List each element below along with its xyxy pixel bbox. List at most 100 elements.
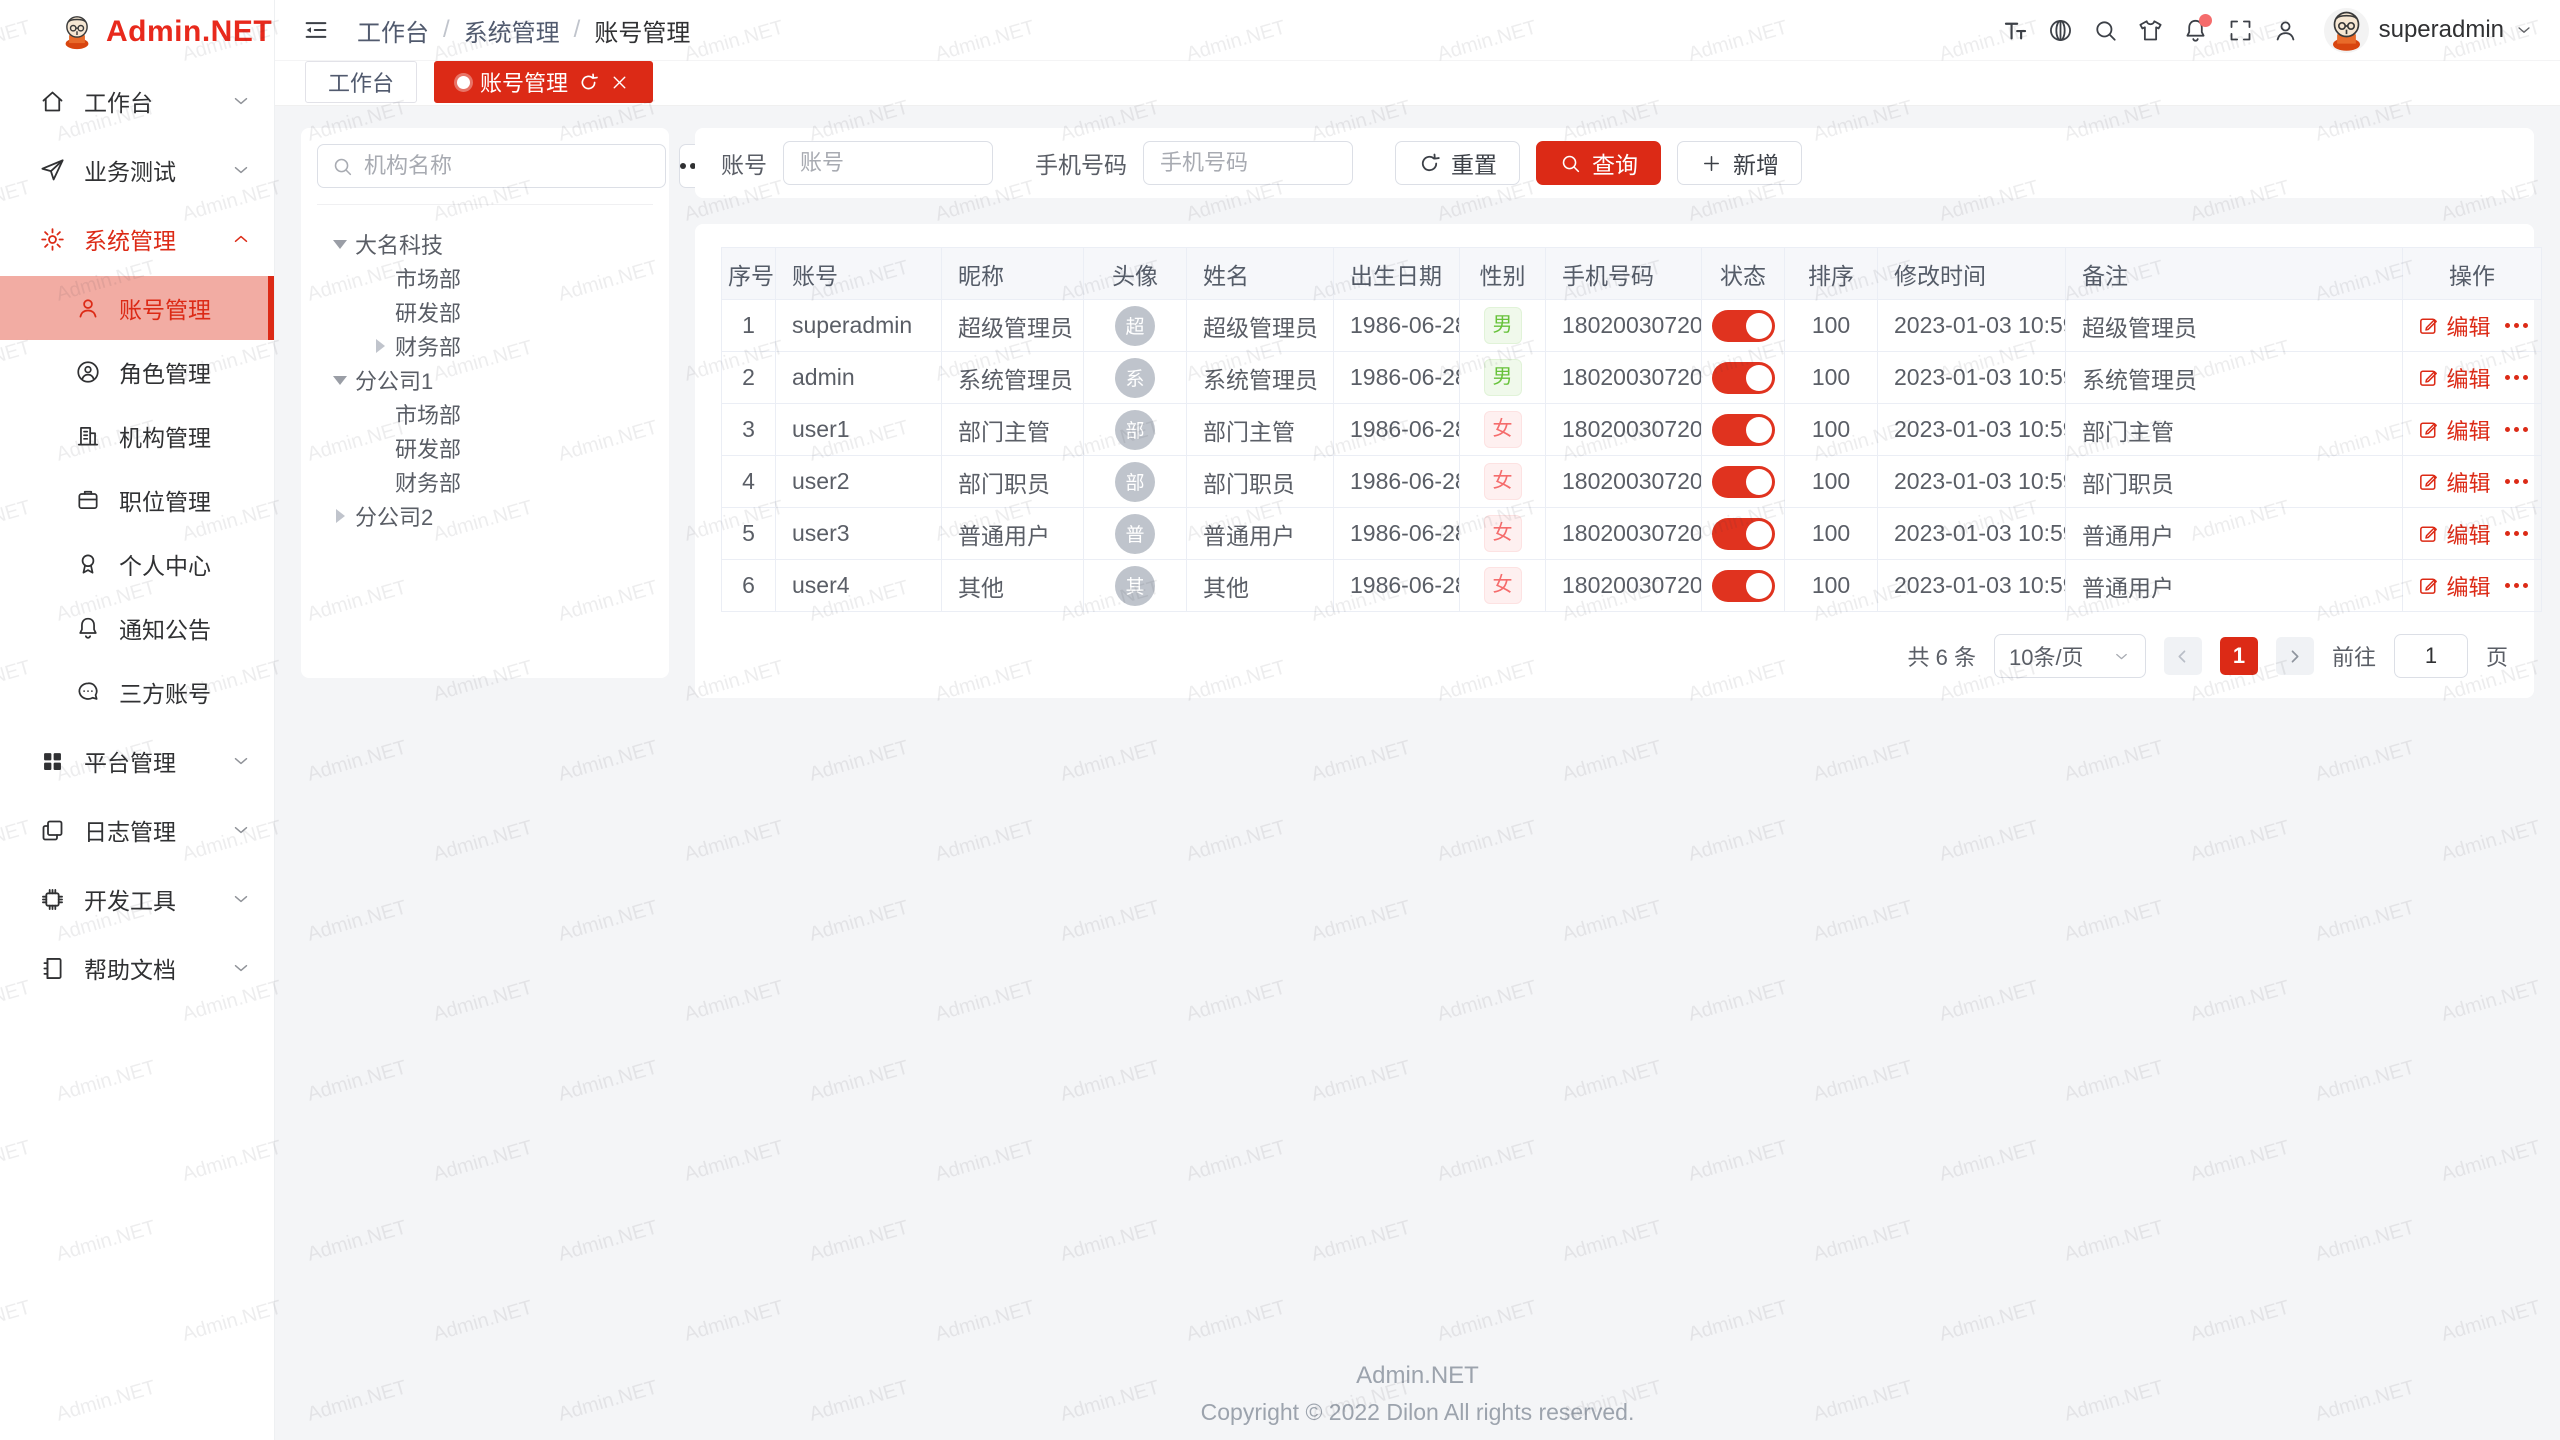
- edit-button[interactable]: 编辑: [2417, 414, 2491, 446]
- row-more-button[interactable]: [2505, 366, 2528, 389]
- sidebar-item-notice[interactable]: 通知公告: [0, 596, 274, 660]
- menu-fold-icon[interactable]: [301, 15, 331, 45]
- app-logo[interactable]: Admin.NET: [0, 0, 274, 64]
- sidebar-item-platform-management[interactable]: 平台管理: [0, 729, 274, 793]
- fullscreen-button[interactable]: [2218, 0, 2263, 61]
- row-more-button[interactable]: [2505, 418, 2528, 441]
- sidebar-item-help-docs[interactable]: 帮助文档: [0, 936, 274, 1000]
- status-toggle[interactable]: [1712, 518, 1775, 550]
- sidebar-item-dev-tools[interactable]: 开发工具: [0, 867, 274, 931]
- next-page-button[interactable]: [2276, 637, 2314, 675]
- tree-caret-icon[interactable]: [365, 297, 395, 327]
- status-toggle[interactable]: [1712, 466, 1775, 498]
- sidebar-item-account-management[interactable]: 账号管理: [0, 276, 274, 340]
- sidebar-item-thirdparty-account[interactable]: 三方账号: [0, 660, 274, 724]
- row-more-button[interactable]: [2505, 574, 2528, 597]
- tree-caret-icon[interactable]: [325, 501, 355, 531]
- goto-page-input[interactable]: [2394, 634, 2468, 678]
- cell-name: 部门主管: [1203, 419, 1295, 445]
- row-more-button[interactable]: [2505, 522, 2528, 545]
- sidebar-item-log-management[interactable]: 日志管理: [0, 798, 274, 862]
- sidebar-item-org-management[interactable]: 机构管理: [0, 404, 274, 468]
- tree-caret-icon[interactable]: [325, 229, 355, 259]
- sidebar-item-system-management[interactable]: 系统管理: [0, 207, 274, 271]
- breadcrumb-item[interactable]: 系统管理: [464, 13, 560, 48]
- refresh-icon[interactable]: [578, 72, 599, 93]
- chevron-down-icon: [2112, 647, 2131, 666]
- tree-node[interactable]: 研发部: [317, 431, 653, 465]
- tree-caret-icon[interactable]: [365, 467, 395, 497]
- cpu-icon: [39, 886, 66, 913]
- chevron-down-icon: [230, 819, 252, 841]
- table-row: 4 user2 部门职员 部 部门职员 1986-06-28 女 1802003…: [722, 456, 2542, 508]
- reset-button[interactable]: 重置: [1395, 141, 1520, 185]
- cell-index: 2: [742, 364, 755, 390]
- cell-sort: 100: [1812, 468, 1850, 494]
- cell-sort: 100: [1812, 520, 1850, 546]
- tree-node[interactable]: 财务部: [317, 329, 653, 363]
- row-avatar: 其: [1115, 566, 1155, 606]
- chevron-down-icon: [230, 957, 252, 979]
- cell-nickname: 普通用户: [958, 523, 1050, 549]
- account-input[interactable]: [783, 141, 993, 185]
- tree-node[interactable]: 分公司1: [317, 363, 653, 397]
- search-button[interactable]: [2083, 0, 2128, 61]
- documents-icon: [39, 817, 66, 844]
- notification-badge: [2199, 14, 2212, 27]
- edit-button[interactable]: 编辑: [2417, 466, 2491, 498]
- status-toggle[interactable]: [1712, 362, 1775, 394]
- row-more-button[interactable]: [2505, 314, 2528, 337]
- tree-caret-icon[interactable]: [365, 399, 395, 429]
- fullscreen-icon: [2227, 17, 2254, 44]
- edit-button[interactable]: 编辑: [2417, 310, 2491, 342]
- search-icon: [1559, 152, 1582, 175]
- tree-caret-icon[interactable]: [365, 433, 395, 463]
- add-button[interactable]: 新增: [1677, 141, 1802, 185]
- sidebar-item-role-management[interactable]: 角色管理: [0, 340, 274, 404]
- font-size-button[interactable]: [1993, 0, 2038, 61]
- sidebar-item-position-management[interactable]: 职位管理: [0, 468, 274, 532]
- tree-node[interactable]: 财务部: [317, 465, 653, 499]
- tree-caret-icon[interactable]: [325, 365, 355, 395]
- page-number-button[interactable]: 1: [2220, 637, 2258, 675]
- search-button[interactable]: 查询: [1536, 141, 1661, 185]
- page-size-select[interactable]: 10条/页: [1994, 634, 2146, 678]
- prev-page-button[interactable]: [2164, 637, 2202, 675]
- sidebar-item-workbench[interactable]: 工作台: [0, 69, 274, 133]
- sidebar-item-business-test[interactable]: 业务测试: [0, 138, 274, 202]
- tab-account-management[interactable]: 账号管理: [434, 61, 653, 103]
- row-more-button[interactable]: [2505, 470, 2528, 493]
- tree-caret-icon[interactable]: [365, 263, 395, 293]
- user-menu[interactable]: superadmin: [2324, 8, 2534, 53]
- edit-button[interactable]: 编辑: [2417, 570, 2491, 602]
- status-toggle[interactable]: [1712, 570, 1775, 602]
- cell-modified: 2023-01-03 10:59:44: [1894, 572, 2066, 598]
- tree-node[interactable]: 研发部: [317, 295, 653, 329]
- gender-tag: 男: [1484, 359, 1522, 396]
- tree-caret-icon[interactable]: [365, 331, 395, 361]
- tree-node[interactable]: 市场部: [317, 397, 653, 431]
- org-tree: 大名科技 市场部 研发部 财务部: [317, 205, 653, 533]
- phone-input[interactable]: [1143, 141, 1353, 185]
- close-icon[interactable]: [609, 72, 630, 93]
- status-toggle[interactable]: [1712, 310, 1775, 342]
- status-toggle[interactable]: [1712, 414, 1775, 446]
- profile-button[interactable]: [2263, 0, 2308, 61]
- edit-button[interactable]: 编辑: [2417, 518, 2491, 550]
- cell-remark: 普通用户: [2082, 523, 2174, 549]
- breadcrumb-item[interactable]: 工作台: [357, 13, 429, 48]
- tree-node[interactable]: 市场部: [317, 261, 653, 295]
- tree-node[interactable]: 分公司2: [317, 499, 653, 533]
- sidebar-item-personal-center[interactable]: 个人中心: [0, 532, 274, 596]
- cell-birthdate: 1986-06-28: [1350, 468, 1460, 494]
- theme-button[interactable]: [2128, 0, 2173, 61]
- cell-phone: 18020030720: [1562, 416, 1702, 442]
- notifications-button[interactable]: [2173, 0, 2218, 61]
- edit-button[interactable]: 编辑: [2417, 362, 2491, 394]
- org-search-input[interactable]: [364, 153, 652, 179]
- tree-node[interactable]: 大名科技: [317, 227, 653, 261]
- pagination: 共 6 条 10条/页 1 前往 页: [721, 634, 2508, 678]
- language-button[interactable]: [2038, 0, 2083, 61]
- tab-workbench[interactable]: 工作台: [305, 61, 417, 103]
- row-avatar: 部: [1115, 462, 1155, 502]
